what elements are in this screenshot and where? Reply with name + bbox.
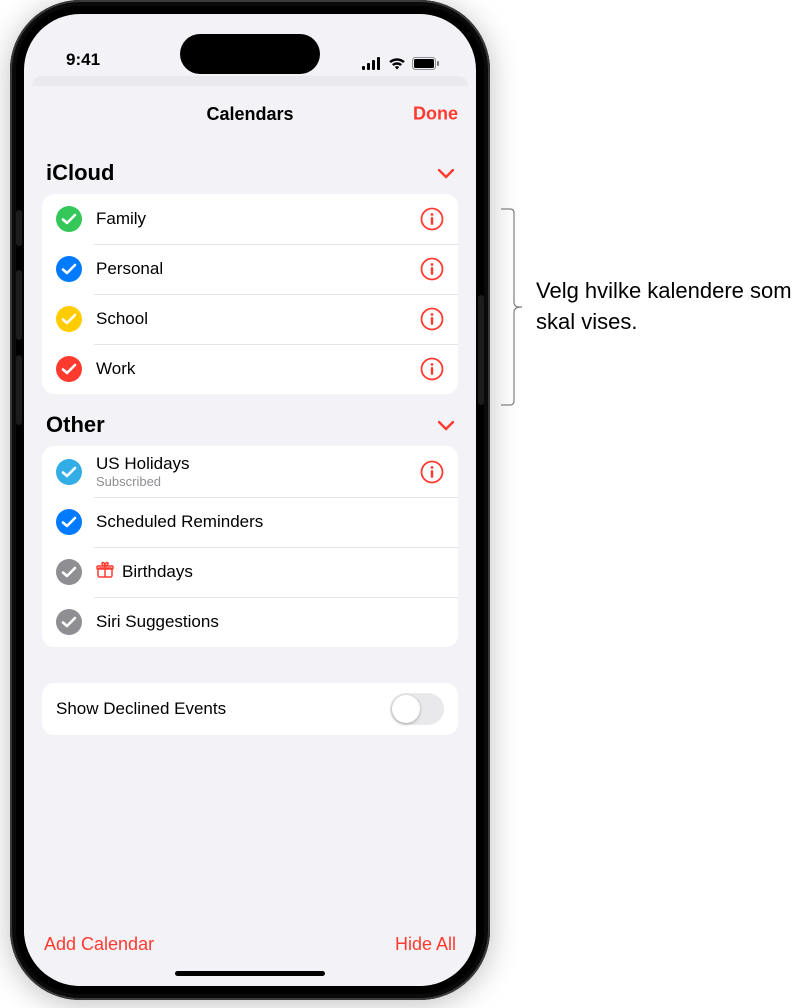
info-button[interactable]	[420, 307, 444, 331]
add-calendar-button[interactable]: Add Calendar	[44, 934, 154, 955]
checkmark-icon	[56, 256, 82, 282]
show-declined-row: Show Declined Events	[42, 683, 458, 735]
callout-text: Velg hvilke kalendere som skal vises.	[536, 276, 796, 338]
calendar-row-us-holidays[interactable]: US Holidays Subscribed	[42, 446, 458, 497]
sheet-body: iCloud Family	[24, 142, 476, 920]
calendar-row-family[interactable]: Family	[42, 194, 458, 244]
bottom-toolbar: Add Calendar Hide All	[24, 920, 476, 963]
calendars-sheet: Calendars Done iCloud	[24, 86, 476, 986]
show-declined-label: Show Declined Events	[56, 699, 226, 719]
calendar-label: Personal	[96, 259, 406, 279]
battery-icon	[412, 57, 440, 70]
calendar-label: Family	[96, 209, 406, 229]
calendar-label: Work	[96, 359, 406, 379]
calendar-label: School	[96, 309, 406, 329]
home-indicator	[175, 971, 325, 976]
calendar-label: Scheduled Reminders	[96, 512, 444, 532]
info-button[interactable]	[420, 460, 444, 484]
checkmark-icon	[56, 509, 82, 535]
gift-icon	[96, 561, 114, 584]
behind-sheet-peek	[32, 76, 468, 86]
info-button[interactable]	[420, 207, 444, 231]
sheet-header: Calendars Done	[24, 86, 476, 142]
section-header-other[interactable]: Other	[42, 394, 458, 446]
calendar-row-scheduled-reminders[interactable]: Scheduled Reminders	[42, 497, 458, 547]
icloud-calendars-card: Family Personal	[42, 194, 458, 394]
volume-down-button	[16, 355, 22, 425]
section-title: iCloud	[46, 160, 114, 186]
calendar-row-work[interactable]: Work	[42, 344, 458, 394]
cellular-icon	[362, 57, 382, 70]
status-time: 9:41	[66, 50, 100, 70]
checkmark-icon	[56, 459, 82, 485]
checkmark-icon	[56, 609, 82, 635]
calendar-label: Siri Suggestions	[96, 612, 444, 632]
section-title: Other	[46, 412, 105, 438]
info-button[interactable]	[420, 257, 444, 281]
phone-frame: 9:41	[10, 0, 490, 1000]
wifi-icon	[388, 57, 406, 70]
checkmark-icon	[56, 356, 82, 382]
status-indicators	[362, 57, 440, 70]
dynamic-island	[180, 34, 320, 74]
section-header-icloud[interactable]: iCloud	[42, 142, 458, 194]
show-declined-toggle[interactable]	[390, 693, 444, 725]
volume-up-button	[16, 270, 22, 340]
calendar-row-personal[interactable]: Personal	[42, 244, 458, 294]
chevron-down-icon	[438, 163, 454, 184]
calendar-label: US Holidays	[96, 454, 406, 474]
done-button[interactable]: Done	[413, 104, 458, 125]
other-calendars-card: US Holidays Subscribed Scheduled Re	[42, 446, 458, 647]
phone-screen: 9:41	[24, 14, 476, 986]
silent-switch	[16, 210, 22, 246]
hide-all-button[interactable]: Hide All	[395, 934, 456, 955]
calendar-row-school[interactable]: School	[42, 294, 458, 344]
checkmark-icon	[56, 206, 82, 232]
checkmark-icon	[56, 559, 82, 585]
checkmark-icon	[56, 306, 82, 332]
chevron-down-icon	[438, 415, 454, 436]
sheet-title: Calendars	[206, 104, 293, 125]
info-button[interactable]	[420, 357, 444, 381]
callout-bracket	[500, 208, 522, 406]
calendar-label: Birthdays	[122, 562, 444, 582]
power-button	[478, 295, 484, 405]
calendar-row-birthdays[interactable]: Birthdays	[42, 547, 458, 597]
calendar-row-siri-suggestions[interactable]: Siri Suggestions	[42, 597, 458, 647]
calendar-sublabel: Subscribed	[96, 474, 406, 489]
